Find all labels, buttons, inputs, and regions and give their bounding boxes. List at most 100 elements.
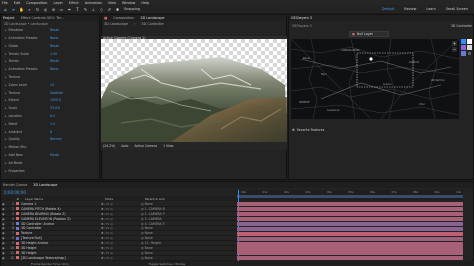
- parent-dropdown[interactable]: ◎ None: [141, 256, 191, 260]
- disclosure-triangle-icon[interactable]: ▸: [5, 153, 7, 157]
- property-row[interactable]: ▸ Texture: [1, 75, 99, 80]
- settings-icon[interactable]: ⚙: [467, 51, 472, 56]
- property-row[interactable]: ▸ Ad Mode: [1, 161, 99, 166]
- camera-tool-icon[interactable]: ◎: [43, 7, 48, 12]
- layer-switches[interactable]: ✱ / fx ◎: [101, 231, 141, 235]
- property-value[interactable]: Reset: [50, 28, 59, 32]
- property-row[interactable]: ▸ Add New Mode: [1, 153, 99, 158]
- menu-item-view[interactable]: View: [108, 1, 116, 5]
- layer-name[interactable]: 3D Height Anchor: [21, 241, 101, 245]
- property-value[interactable]: 1.0: [50, 122, 55, 126]
- parent-dropdown[interactable]: ◎ 4. CAMERA E: [141, 222, 191, 226]
- disclosure-triangle-icon[interactable]: ▸: [5, 137, 7, 141]
- layer-switches[interactable]: ✱ / fx ◎: [101, 217, 141, 221]
- tab-timeline-comp[interactable]: 3D Landscape: [33, 183, 57, 187]
- property-value[interactable]: None: [50, 36, 58, 40]
- layer-switches[interactable]: ✱ / fx ◎: [101, 241, 141, 245]
- disclosure-triangle-icon[interactable]: ▸: [5, 106, 7, 110]
- camera-view-dropdown[interactable]: Active Camera: [134, 144, 157, 148]
- property-row[interactable]: ▸ Elevation Reset: [1, 28, 99, 33]
- puppet-tool-icon[interactable]: ✱: [115, 7, 120, 12]
- layer-name[interactable]: CAMERA PITCH (Rotate X): [21, 207, 101, 211]
- disclosure-triangle-icon[interactable]: ▸: [5, 59, 7, 63]
- property-row[interactable]: ▸ Motion Blur: [1, 145, 99, 150]
- layer-duration-bar[interactable]: [237, 231, 463, 236]
- disclosure-triangle-icon[interactable]: ▸: [5, 75, 7, 79]
- table-row[interactable]: ◉ 12 [3D Landscape Texture/map] ✱ / fx ◎ ◎ N…: [1, 256, 236, 261]
- layer-label-color[interactable]: [16, 212, 19, 216]
- layer-duration-bar[interactable]: [237, 221, 463, 227]
- layer-duration-bar[interactable]: [237, 256, 463, 261]
- workspace-review[interactable]: Review: [404, 7, 416, 11]
- disclosure-triangle-icon[interactable]: ▸: [5, 28, 7, 32]
- layer-selector[interactable]: ■ Null Layer: [349, 31, 389, 37]
- property-row[interactable]: ▸ Terrain Reset: [1, 59, 99, 64]
- property-value[interactable]: 14: [50, 83, 54, 87]
- parent-dropdown[interactable]: ◎ 2. CAMERA P: [141, 212, 191, 216]
- menu-item-help[interactable]: Help: [141, 1, 149, 5]
- property-row[interactable]: ▸ Globe Reset: [1, 44, 99, 49]
- shape-tool-icon[interactable]: [467, 45, 472, 50]
- map-view[interactable]: LANDRAUSSEL Bern ZURICH GENÈVE Lausanne Luzer…: [291, 39, 459, 119]
- layer-name[interactable]: CAMERA BEARING (Rotate Z): [21, 212, 101, 216]
- layer-switches[interactable]: ✱ / fx ◎: [101, 202, 141, 206]
- layer-switches[interactable]: ✱ / fx ◎: [101, 212, 141, 216]
- menu-item-layer[interactable]: Layer: [53, 1, 62, 5]
- property-row[interactable]: ▸ Ambient 8: [1, 129, 99, 134]
- layer-duration-bar[interactable]: [237, 241, 463, 246]
- layer-label-color[interactable]: [16, 217, 19, 221]
- clone-stamp-tool-icon[interactable]: ⊥: [91, 7, 96, 12]
- property-row[interactable]: ▸ Animation Presets None: [1, 36, 99, 41]
- disclosure-triangle-icon[interactable]: ▸: [5, 145, 7, 149]
- property-row[interactable]: ▸ Texture Satellite: [1, 90, 99, 95]
- tab-project[interactable]: Project: [3, 16, 15, 20]
- timeline-timecode[interactable]: 0;00;00;00: [4, 190, 26, 195]
- layer-label-color[interactable]: [16, 241, 19, 245]
- menu-item-edit[interactable]: Edit: [14, 1, 21, 5]
- layer-label-color[interactable]: [16, 202, 19, 206]
- disclosure-triangle-icon[interactable]: ▸: [5, 130, 7, 134]
- toggle-switches-button[interactable]: Toggle Switches / Modes: [149, 262, 186, 266]
- property-value[interactable]: 1.00: [50, 52, 57, 56]
- boundary-tool-icon[interactable]: [461, 51, 466, 56]
- disclosure-triangle-icon[interactable]: ▸: [5, 122, 7, 126]
- work-area-bar[interactable]: [237, 195, 463, 198]
- disclosure-triangle-icon[interactable]: ▸: [5, 83, 7, 87]
- tab-composition-name[interactable]: 3D Landscape: [140, 16, 164, 20]
- zoom-in-button[interactable]: +: [452, 41, 457, 46]
- layer-switches[interactable]: ✱ / fx ◎: [101, 222, 141, 226]
- parent-dropdown[interactable]: ◎ None: [141, 202, 191, 206]
- property-value[interactable]: Normal: [50, 137, 62, 141]
- brush-tool-icon[interactable]: ✎: [83, 7, 88, 12]
- snapping-toggle[interactable]: Snapping: [124, 7, 140, 11]
- layer-duration-bar[interactable]: [237, 251, 463, 256]
- layer-label-color[interactable]: [16, 226, 19, 230]
- parent-dropdown[interactable]: ◎ None: [141, 231, 191, 235]
- rotate-tool-icon[interactable]: ↻: [35, 7, 40, 12]
- selection-tool-icon[interactable]: ➤: [11, 7, 16, 12]
- layer-duration-bar[interactable]: [237, 202, 463, 207]
- parent-dropdown[interactable]: ◎ 11. Height: [141, 241, 191, 245]
- favorite-features-row[interactable]: ✱ Favorite Features: [292, 127, 324, 133]
- pen-tool-icon[interactable]: ✒: [67, 7, 72, 12]
- property-row[interactable]: ▸ Animation Presets None: [1, 67, 99, 72]
- layer-label-color[interactable]: [16, 256, 19, 260]
- disclosure-triangle-icon[interactable]: ▸: [5, 44, 7, 48]
- type-tool-icon[interactable]: T: [75, 7, 80, 12]
- disclosure-triangle-icon[interactable]: ▸: [5, 169, 7, 173]
- disclosure-triangle-icon[interactable]: ▸: [5, 52, 7, 56]
- menu-item-animation[interactable]: Animation: [85, 1, 102, 5]
- hand-tool-icon[interactable]: ✋: [19, 7, 24, 12]
- layer-switches[interactable]: ✱ / fx ◎: [101, 246, 141, 250]
- roto-brush-tool-icon[interactable]: ✐: [107, 7, 112, 12]
- layer-duration-bar[interactable]: [237, 212, 463, 217]
- layer-switches[interactable]: ✱ / fx ◎: [101, 236, 141, 240]
- layer-name[interactable]: [3D Landscape Texture/map]: [21, 256, 101, 260]
- layer-switches[interactable]: ✱ / fx ◎: [101, 251, 141, 255]
- disclosure-triangle-icon[interactable]: ▸: [5, 98, 7, 102]
- parent-dropdown[interactable]: ◎ 1. CAMERA B: [141, 207, 191, 211]
- tab-geolayers[interactable]: GEOlayers 3: [291, 16, 312, 20]
- layer-duration-bar[interactable]: [237, 226, 463, 231]
- composition-viewer[interactable]: Active Camera (Camera 1) (24.2%) Auto Ac…: [101, 36, 287, 150]
- layer-switches[interactable]: ✱ / fx ◎: [101, 226, 141, 230]
